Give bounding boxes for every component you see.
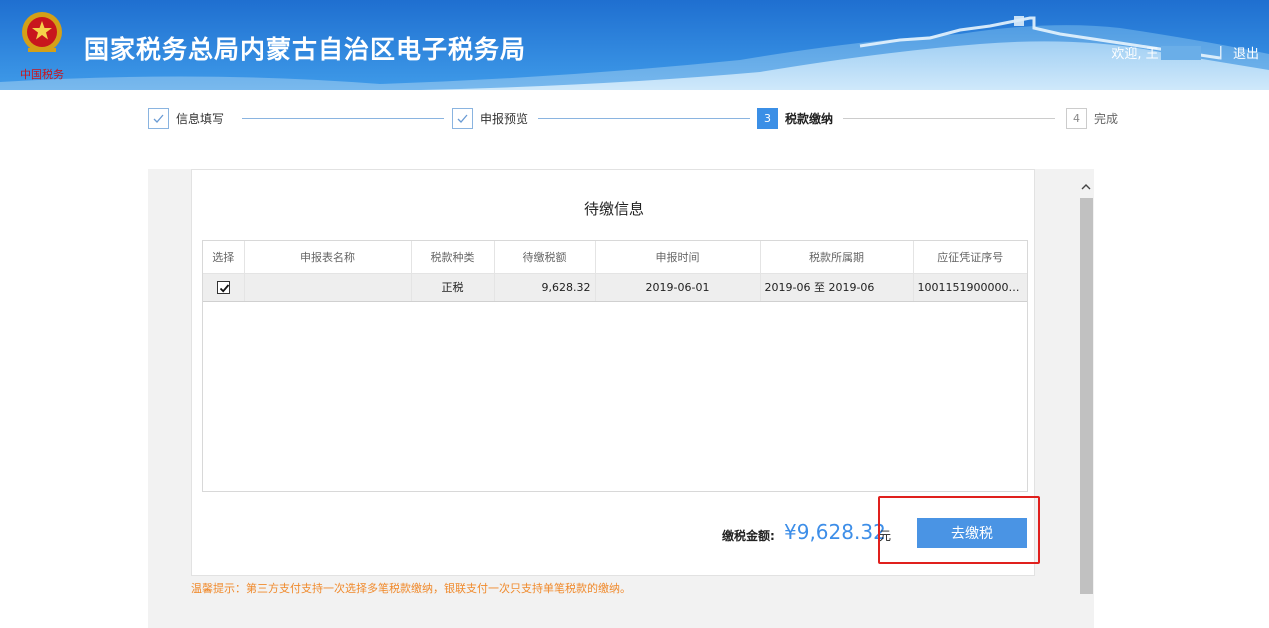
welcome-text: 欢迎, 王 bbox=[1111, 47, 1159, 62]
step-preview: 申报预览 bbox=[452, 107, 528, 129]
step-check-icon bbox=[148, 107, 169, 129]
step-label: 信息填写 bbox=[176, 111, 225, 126]
masked-username bbox=[1160, 45, 1201, 60]
site-header: 中国税务 国家税务总局内蒙古自治区电子税务局 欢迎, 王 | 退出 bbox=[0, 0, 1269, 90]
header-separator: | bbox=[1218, 45, 1223, 60]
checkmark-icon bbox=[219, 284, 229, 293]
step-label: 税款缴纳 bbox=[785, 111, 834, 126]
pay-button-highlight-box bbox=[878, 496, 1040, 564]
step-payment: 3 税款缴纳 bbox=[757, 107, 833, 129]
amount-label: 缴税金额: bbox=[722, 529, 775, 543]
table-header-row: 选择 申报表名称 税款种类 待缴税额 申报时间 税款所属期 应征凭证序号 bbox=[203, 241, 1027, 274]
step-number: 3 bbox=[757, 107, 778, 129]
cell-tax-type: 正税 bbox=[411, 273, 495, 302]
column-header: 税款所属期 bbox=[760, 241, 914, 274]
table-row[interactable]: 正税 9,628.32 2019-06-01 2019-06 至 2019-06… bbox=[203, 273, 1027, 302]
step-connector bbox=[843, 118, 1055, 119]
user-area: 欢迎, 王 | 退出 bbox=[1111, 43, 1259, 62]
step-label: 申报预览 bbox=[480, 111, 529, 126]
pending-tax-table: 选择 申报表名称 税款种类 待缴税额 申报时间 税款所属期 应征凭证序号 正税 … bbox=[202, 240, 1028, 492]
column-header: 应征凭证序号 bbox=[913, 241, 1027, 274]
step-number: 4 bbox=[1066, 107, 1087, 129]
cell-form-name bbox=[244, 273, 412, 302]
step-connector bbox=[538, 118, 750, 119]
progress-steps: 信息填写 申报预览 3 税款缴纳 4 完成 bbox=[148, 107, 1128, 131]
step-label: 完成 bbox=[1094, 111, 1119, 126]
column-header: 申报表名称 bbox=[244, 241, 412, 274]
select-cell bbox=[203, 273, 245, 302]
scroll-up-button[interactable] bbox=[1078, 178, 1094, 196]
step-connector bbox=[242, 118, 444, 119]
step-info-fill: 信息填写 bbox=[148, 107, 224, 129]
cell-tax-period: 2019-06 至 2019-06 bbox=[760, 273, 914, 302]
amount-value: ¥9,628.32 bbox=[784, 520, 886, 544]
svg-text:中国税务: 中国税务 bbox=[20, 67, 64, 81]
column-header: 待缴税额 bbox=[494, 241, 596, 274]
payment-tip: 温馨提示：第三方支付支持一次选择多笔税款缴纳，银联支付一次只支持单笔税款的缴纳。 bbox=[191, 582, 631, 595]
cell-declare-date: 2019-06-01 bbox=[595, 273, 761, 302]
column-header: 选择 bbox=[203, 241, 245, 274]
cell-voucher-serial: 1001151900000666... bbox=[913, 273, 1027, 302]
scrollbar-thumb[interactable] bbox=[1080, 198, 1093, 594]
chevron-up-icon bbox=[1081, 184, 1091, 190]
cell-amount: 9,628.32 bbox=[494, 273, 596, 302]
row-select-checkbox[interactable] bbox=[216, 280, 230, 294]
step-complete: 4 完成 bbox=[1066, 107, 1118, 129]
national-tax-emblem-icon: 中国税务 bbox=[20, 12, 64, 81]
logout-link[interactable]: 退出 bbox=[1233, 43, 1259, 62]
card-title: 待缴信息 bbox=[583, 200, 644, 218]
step-check-icon bbox=[452, 107, 473, 129]
column-header: 税款种类 bbox=[411, 241, 495, 274]
site-title: 国家税务总局内蒙古自治区电子税务局 bbox=[84, 35, 527, 64]
column-header: 申报时间 bbox=[595, 241, 761, 274]
